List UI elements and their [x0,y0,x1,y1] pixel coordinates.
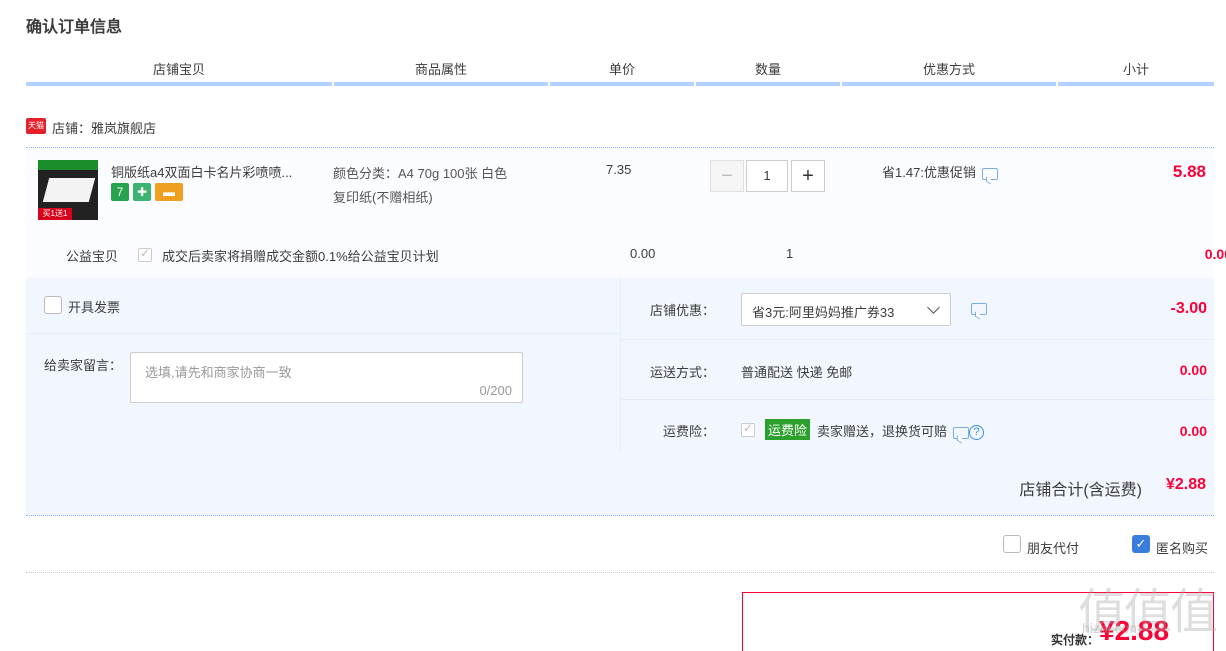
insurance-info: 卖家赠送，退换货可赔? [817,421,985,441]
chat-icon[interactable] [953,426,970,439]
charity-subtotal: 0.00 [1204,246,1226,262]
quantity-input[interactable]: 1 [746,160,788,192]
promotion-text: 省1.47:优惠促销 [882,165,976,180]
item-subtotal: 5.88 [1172,162,1206,181]
invoice-checkbox[interactable] [44,296,62,314]
friend-pay-checkbox[interactable] [1003,535,1021,553]
product-title[interactable]: 铜版纸a4双面白卡名片彩喷喷... [111,162,321,181]
shipping-label: 运送方式： [649,365,715,380]
quantity-increase-button[interactable]: + [791,160,825,192]
insurance-tag: 运费险 [765,419,811,440]
charity-label: 公益宝贝 [66,249,119,264]
seller-message-count: 0/200 [479,383,512,398]
col-header-quantity: 数量 [696,60,840,86]
promotion: 省1.47:优惠促销 [882,162,998,181]
order-options: 开具发票 给卖家留言： 选填,请先和商家协商一致 0/200 店铺优惠： 省3元… [26,278,1215,516]
chat-icon[interactable] [971,303,987,315]
anonymous-purchase-checkbox[interactable]: ✓ [1132,535,1150,553]
tmall-icon: 天猫 [26,118,46,134]
shop-total-value: ¥2.88 [1165,476,1206,493]
shop-total: 店铺合计(含运费) ¥2.88 [26,452,1214,516]
coupon-select[interactable]: 省3元:阿里妈妈推广券33 [741,293,951,326]
shipping-amount: 0.00 [1179,362,1207,378]
page-title: 确认订单信息 [26,19,123,36]
friend-pay-label[interactable]: 朋友代付 [1027,538,1079,557]
credit-card-icon: ▬ [155,183,183,201]
shop-discount-row: 店铺优惠： 省3元:阿里妈妈推广券33 -3.00 [621,278,1215,340]
insurance-checkbox [741,421,755,437]
invoice-label[interactable]: 开具发票 [68,297,120,316]
col-header-discount: 优惠方式 [842,60,1056,86]
shop-total-label: 店铺合计(含运费) [1019,482,1142,499]
shop-name[interactable]: 店铺：雅岚旗舰店 [52,118,156,137]
seller-message-input[interactable]: 选填,请先和商家协商一致 0/200 [130,352,523,403]
anonymous-purchase-label[interactable]: 匿名购买 [1156,538,1208,557]
help-icon[interactable]: ? [969,425,985,441]
column-headers: 店铺宝贝 商品属性 单价 数量 优惠方式 小计 [26,60,1214,86]
shop-discount-amount: -3.00 [1170,300,1207,317]
col-header-unit-price: 单价 [550,60,694,86]
options-left: 开具发票 给卖家留言： 选填,请先和商家协商一致 0/200 [26,278,620,452]
insurance-amount: 0.00 [1179,423,1207,439]
chevron-down-icon [927,301,940,314]
product-image-tag: 买1送1 [38,208,72,220]
order-item: 买1送1 铜版纸a4双面白卡名片彩喷喷... 7 ✚ ▬ 颜色分类：A4 70g 1… [26,148,1226,278]
charity-price: 0.00 [630,246,656,261]
unit-price: 7.35 [606,162,632,177]
insurance-text: 卖家赠送，退换货可赔 [817,424,948,439]
col-header-subtotal: 小计 [1058,60,1214,86]
options-right: 店铺优惠： 省3元:阿里妈妈推广券33 -3.00 运送方式： 普通配送 快递 … [620,278,1215,452]
charity-qty: 1 [786,246,794,261]
quantity-decrease-button[interactable]: − [710,160,744,192]
watermark-text: hizhi.com [1082,620,1142,636]
shipping-method: 普通配送 快递 免邮 [741,365,853,380]
payment-options: 朋友代付 ✓ 匿名购买 [26,516,1214,573]
seller-message-placeholder: 选填,请先和商家协商一致 [145,365,292,380]
col-header-attributes: 商品属性 [334,60,548,86]
charity-checkbox [138,246,152,262]
product-badges: 7 ✚ ▬ [111,183,187,201]
col-header-shop-item: 店铺宝贝 [26,60,332,86]
product-image[interactable]: 买1送1 [38,160,98,220]
seller-message-label: 给卖家留言： [44,358,123,373]
shop-row: 天猫 店铺：雅岚旗舰店 [26,114,1214,148]
attr-line-1: 颜色分类：A4 70g 100张 白色 [333,166,508,181]
seven-day-return-icon: 7 [111,183,129,201]
attr-line-2: 复印纸(不赠相纸) [333,190,433,205]
guarantee-icon: ✚ [133,183,151,201]
invoice-row: 开具发票 [26,278,620,334]
insurance-label: 运费险： [662,424,715,439]
product-attributes: 颜色分类：A4 70g 100张 白色 复印纸(不赠相纸) [333,162,553,210]
shipping-row: 运送方式： 普通配送 快递 免邮 0.00 [621,340,1215,400]
coupon-selected: 省3元:阿里妈妈推广券33 [752,305,895,320]
charity-text: 成交后卖家将捐赠成交金额0.1%给公益宝贝计划 [162,249,439,264]
chat-icon[interactable] [981,167,998,180]
shop-discount-label: 店铺优惠： [649,303,715,318]
insurance-row: 运费险： 运费险 卖家赠送，退换货可赔? 0.00 [621,400,1215,452]
